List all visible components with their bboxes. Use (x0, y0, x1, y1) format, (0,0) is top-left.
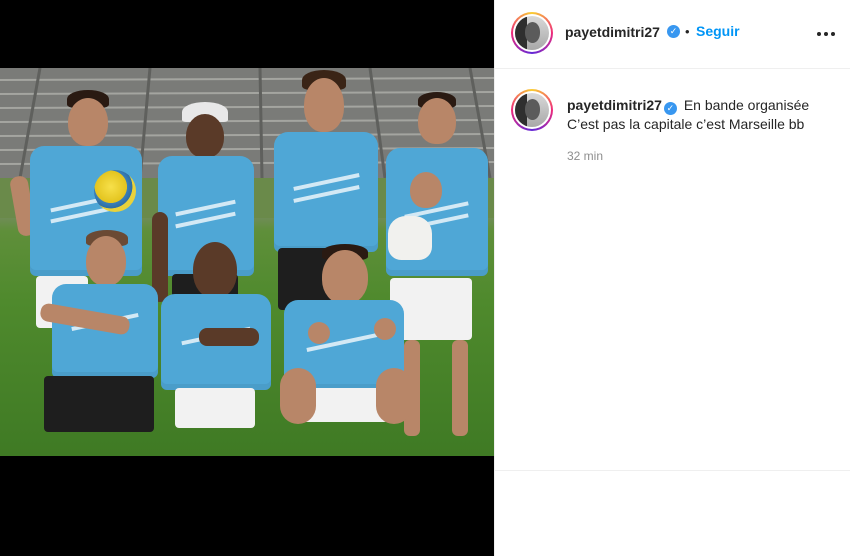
verified-badge-icon: ✓ (667, 25, 680, 38)
post-header: payetdimitri27 ✓ • Seguir (495, 0, 850, 69)
more-options-icon[interactable] (817, 27, 835, 41)
caption-username[interactable]: payetdimitri27 (567, 97, 662, 113)
post-media[interactable] (0, 0, 494, 556)
post-panel: payetdimitri27 ✓ • Seguir payetdimitri27… (494, 0, 850, 556)
author-username[interactable]: payetdimitri27 (565, 24, 660, 40)
post-caption: payetdimitri27 ✓ En bande organisée C’est… (567, 96, 837, 134)
caption-author-avatar[interactable] (511, 89, 553, 131)
post-timestamp[interactable]: 32 min (567, 149, 603, 163)
player-7 (280, 244, 412, 444)
panel-divider (495, 470, 850, 471)
author-avatar[interactable] (511, 12, 553, 54)
team-photo (0, 68, 494, 456)
caption-verified-badge-icon: ✓ (663, 102, 677, 115)
caption-line-2: C’est pas la capitale c’est Marseille bb (567, 116, 805, 132)
caption-line-1: En bande organisée (683, 97, 810, 113)
follow-separator: • (685, 24, 690, 39)
player-5 (39, 230, 160, 450)
player-6 (155, 240, 280, 456)
follow-button[interactable]: Seguir (696, 23, 740, 39)
